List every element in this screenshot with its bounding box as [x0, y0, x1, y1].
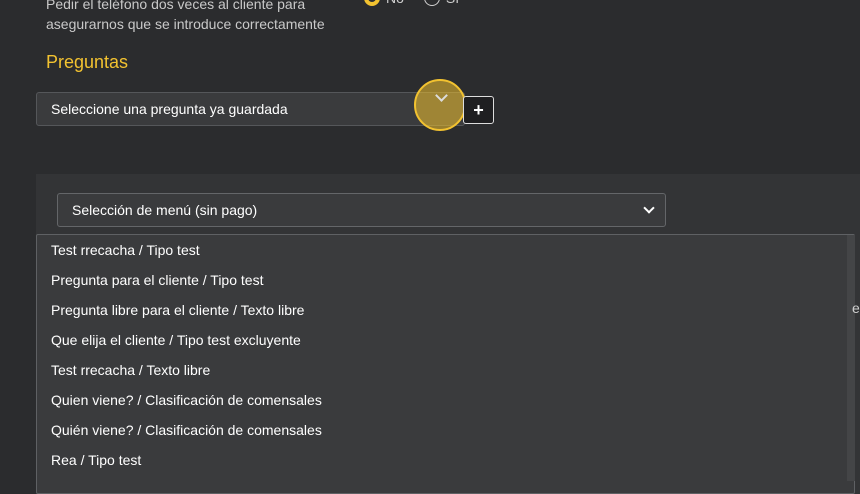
dropdown-option[interactable]: Test rrecacha / Texto libre — [37, 355, 854, 385]
dropdown-option[interactable]: Rea / Tipo test — [37, 445, 854, 475]
saved-question-select-value: Seleccione una pregunta ya guardada — [51, 101, 288, 117]
dropdown-option[interactable]: Quien viene? / Clasificación de comensal… — [37, 385, 854, 415]
section-title-preguntas: Preguntas — [46, 52, 129, 72]
chevron-down-icon[interactable] — [435, 89, 448, 102]
saved-question-select[interactable]: Seleccione una pregunta ya guardada — [36, 92, 465, 126]
radio-si[interactable] — [423, 0, 440, 6]
dropdown-scrollbar[interactable] — [847, 235, 855, 481]
dropdown-option[interactable]: Pregunta libre para el cliente / Texto l… — [37, 295, 854, 325]
add-question-button[interactable]: + — [463, 96, 494, 124]
chevron-down-icon — [643, 202, 655, 214]
dropdown-option[interactable]: Que elija el cliente / Tipo test excluye… — [37, 325, 854, 355]
radio-si-label: Sí — [446, 0, 459, 6]
phone-twice-radio-group: No Sí — [364, 0, 459, 6]
radio-no[interactable] — [364, 0, 380, 6]
phone-twice-label: Pedir el teléfono dos veces al cliente p… — [46, 0, 325, 32]
clipped-text: e — [852, 300, 860, 316]
dropdown-option[interactable]: Test rrecacha / Tipo test — [37, 235, 854, 265]
menu-selection-value: Selección de menú (sin pago) — [72, 202, 258, 218]
click-highlight — [414, 79, 466, 131]
saved-question-dropdown: Test rrecacha / Tipo test Pregunta para … — [36, 234, 855, 494]
dropdown-option[interactable]: Pregunta para el cliente / Tipo test — [37, 265, 854, 295]
menu-selection-select[interactable]: Selección de menú (sin pago) — [57, 193, 666, 227]
dropdown-option[interactable]: Quién viene? / Clasificación de comensal… — [37, 415, 854, 445]
radio-no-label: No — [386, 0, 404, 6]
